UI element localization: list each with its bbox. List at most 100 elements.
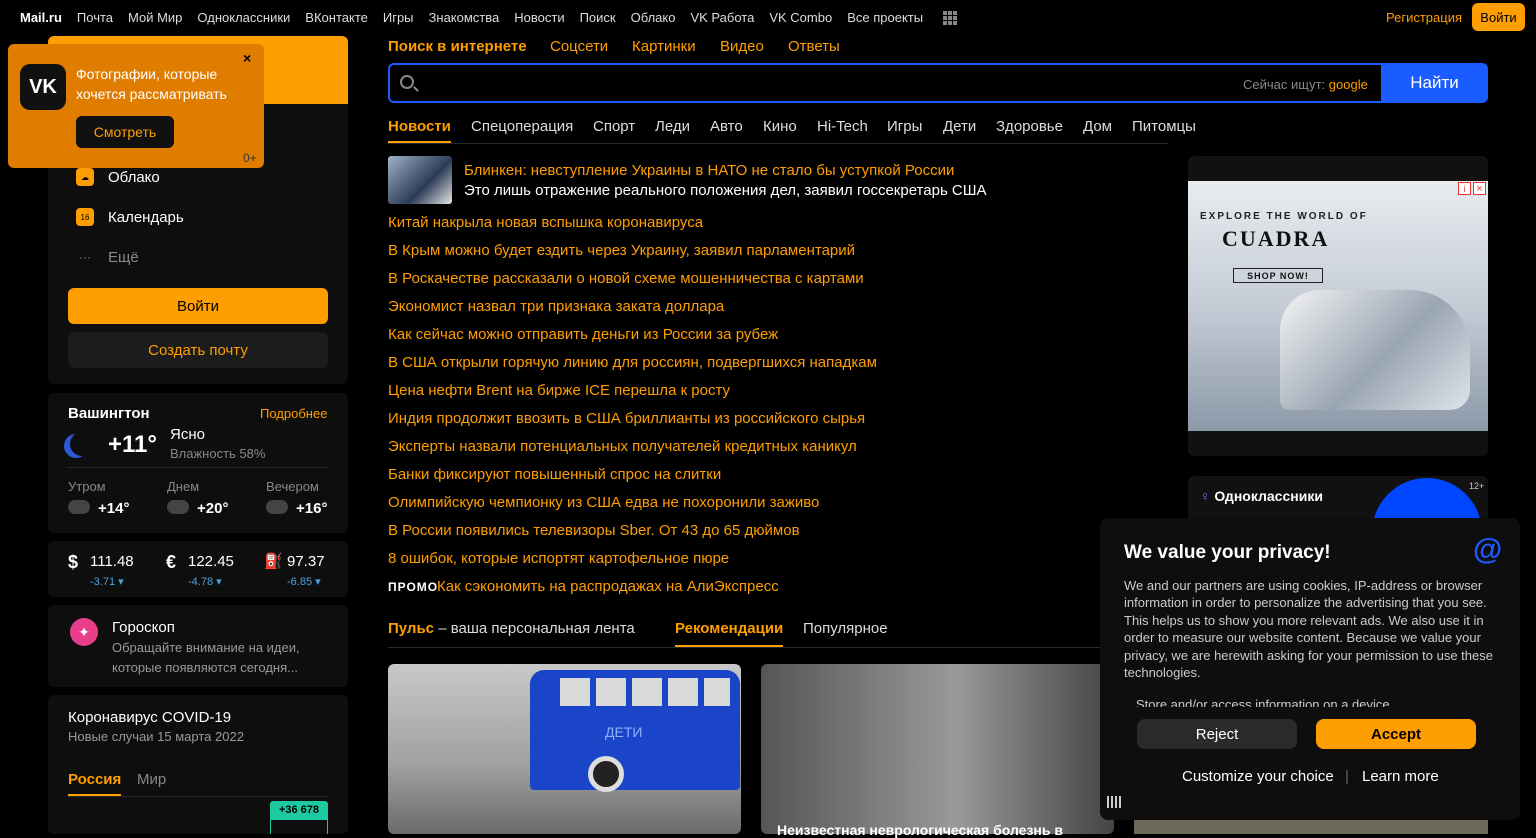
sidebar-item-oblako[interactable]: ☁ Облако [76, 168, 160, 186]
news-item[interactable]: Эксперты назвали потенциальных получател… [388, 438, 857, 455]
tab-search-social[interactable]: Соцсети [550, 38, 608, 55]
covid-new-cases-badge: +36 678 [270, 801, 328, 819]
puls-title-rest: – ваша персональная лента [434, 620, 635, 637]
weather-morning-label: Утром [68, 479, 106, 494]
nav-item-vk-combo[interactable]: VK Combo [769, 10, 832, 25]
currency-eur-value: 122.45 [188, 553, 234, 570]
privacy-text: We and our partners are using cookies, I… [1124, 578, 1493, 681]
news-thumbnail[interactable] [388, 156, 452, 204]
tab-pets[interactable]: Питомцы [1132, 118, 1196, 135]
news-item[interactable]: В России появились телевизоры Sber. От 4… [388, 522, 800, 539]
tab-search-internet[interactable]: Поиск в интернете [388, 38, 527, 55]
cloud-icon [167, 500, 189, 514]
create-mail-button[interactable]: Создать почту [68, 332, 328, 368]
nav-item-pochta[interactable]: Почта [77, 10, 113, 25]
divider [388, 647, 1108, 648]
tab-recommendations[interactable]: Рекомендации [675, 620, 783, 637]
tab-search-images[interactable]: Картинки [632, 38, 696, 55]
tab-health[interactable]: Здоровье [996, 118, 1063, 135]
tab-games[interactable]: Игры [887, 118, 922, 135]
ad-shoe-image [1280, 290, 1470, 410]
feed-card-title[interactable]: Неизвестная неврологическая болезнь в [777, 822, 1063, 838]
sidebar-item-label: Календарь [108, 208, 184, 226]
tab-hitech[interactable]: Hi-Tech [817, 118, 868, 135]
tab-news[interactable]: Новости [388, 118, 451, 135]
nav-item-odnoklassniki[interactable]: Одноклассники [197, 10, 290, 25]
news-item[interactable]: В Роскачестве рассказали о новой схеме м… [388, 270, 864, 287]
nav-item-novosti[interactable]: Новости [514, 10, 564, 25]
tab-russia[interactable]: Россия [68, 771, 121, 788]
nav-item-moy-mir[interactable]: Мой Мир [128, 10, 182, 25]
news-item[interactable]: Олимпийскую чемпионку из США едва не пох… [388, 494, 819, 511]
accept-button[interactable]: Accept [1316, 719, 1476, 749]
privacy-purpose-item[interactable]: Store and/or access information on a dev… [1136, 697, 1406, 707]
news-item[interactable]: 8 ошибок, которые испортят картофельное … [388, 550, 729, 567]
lead-news-title[interactable]: Блинкен: невступление Украины в НАТО не … [464, 162, 954, 179]
tab-world[interactable]: Мир [137, 771, 166, 788]
tab-popular[interactable]: Популярное [803, 620, 888, 637]
learn-more-link[interactable]: Learn more [1362, 768, 1439, 785]
nav-item-vk-rabota[interactable]: VK Работа [690, 10, 754, 25]
tab-ladies[interactable]: Леди [655, 118, 690, 135]
divider [68, 796, 328, 797]
tab-specoperation[interactable]: Спецоперация [471, 118, 573, 135]
news-item[interactable]: В Крым можно будет ездить через Украину,… [388, 242, 855, 259]
calendar-icon: 16 [76, 208, 94, 226]
top-login-button[interactable]: Войти [1472, 3, 1525, 31]
news-item[interactable]: Банки фиксируют повышенный спрос на слит… [388, 466, 721, 483]
apps-grid-icon[interactable] [943, 11, 957, 25]
privacy-title: We value your privacy! [1124, 542, 1331, 563]
nav-item-mailru[interactable]: Mail.ru [20, 10, 62, 25]
promo-link[interactable]: Как сэкономить на распродажах на АлиЭксп… [437, 578, 779, 595]
tab-kino[interactable]: Кино [763, 118, 797, 135]
cloud-icon [266, 500, 288, 514]
sidebar-item-more[interactable]: ··· Ещё [76, 248, 139, 266]
nav-item-poisk[interactable]: Поиск [580, 10, 616, 25]
bus-sign: ДЕТИ [605, 724, 643, 740]
ad-brand-logo: CUADRA [1222, 226, 1330, 251]
search-hint-value[interactable]: google [1329, 77, 1368, 92]
tab-search-video[interactable]: Видео [720, 38, 764, 55]
vendor-logo-icon [1107, 796, 1123, 808]
tab-home[interactable]: Дом [1083, 118, 1112, 135]
vk-promo-popup: VK Фотографии, которые хочется рассматри… [8, 44, 264, 168]
register-link[interactable]: Регистрация [1386, 10, 1462, 25]
tab-kids[interactable]: Дети [943, 118, 976, 135]
promo-label: ПРОМО [388, 580, 439, 594]
ad-shop-button[interactable]: SHOP NOW! [1233, 268, 1323, 283]
nav-item-all-projects[interactable]: Все проекты [847, 10, 923, 25]
news-item[interactable]: Цена нефти Brent на бирже ICE перешла к … [388, 382, 730, 399]
news-item[interactable]: Индия продолжит ввозить в США бриллианты… [388, 410, 865, 427]
sidebar-item-label: Ещё [108, 248, 139, 266]
customize-choice-link[interactable]: Customize your choice [1182, 768, 1334, 785]
news-item[interactable]: Как сейчас можно отправить деньги из Рос… [388, 326, 778, 343]
nav-item-igry[interactable]: Игры [383, 10, 414, 25]
close-icon[interactable]: × [1473, 182, 1486, 195]
vk-watch-button[interactable]: Смотреть [76, 116, 174, 148]
search-trending-hint[interactable]: Сейчас ищут: google [1243, 77, 1368, 92]
euro-icon: € [166, 552, 177, 572]
puls-brand[interactable]: Пульс [388, 620, 434, 637]
weather-more-link[interactable]: Подробнее [260, 406, 327, 421]
age-rating: 12+ [1469, 481, 1485, 491]
feed-card-image[interactable] [761, 664, 1114, 834]
currency-eur-diff: -4.78 ▾ [188, 576, 222, 588]
news-item[interactable]: Китай накрыла новая вспышка коронавируса [388, 214, 703, 231]
nav-item-vkontakte[interactable]: ВКонтакте [305, 10, 368, 25]
reject-button[interactable]: Reject [1137, 719, 1297, 749]
nav-item-znakomstva[interactable]: Знакомства [429, 10, 500, 25]
tab-auto[interactable]: Авто [710, 118, 743, 135]
tab-sport[interactable]: Спорт [593, 118, 635, 135]
close-icon[interactable]: × [243, 50, 251, 66]
covid-graph [270, 819, 328, 834]
top-nav-items: Mail.ru Почта Мой Мир Одноклассники ВКон… [20, 10, 938, 25]
info-icon[interactable]: i [1458, 182, 1471, 195]
news-item[interactable]: В США открыли горячую линию для россиян,… [388, 354, 877, 371]
news-item[interactable]: Экономист назвал три признака заката дол… [388, 298, 724, 315]
mailru-at-logo: @ [1473, 533, 1503, 566]
login-button[interactable]: Войти [68, 288, 328, 324]
sidebar-item-calendar[interactable]: 16 Календарь [76, 208, 184, 226]
search-button[interactable]: Найти [1381, 63, 1488, 103]
nav-item-oblako[interactable]: Облако [631, 10, 676, 25]
tab-search-answers[interactable]: Ответы [788, 38, 840, 55]
